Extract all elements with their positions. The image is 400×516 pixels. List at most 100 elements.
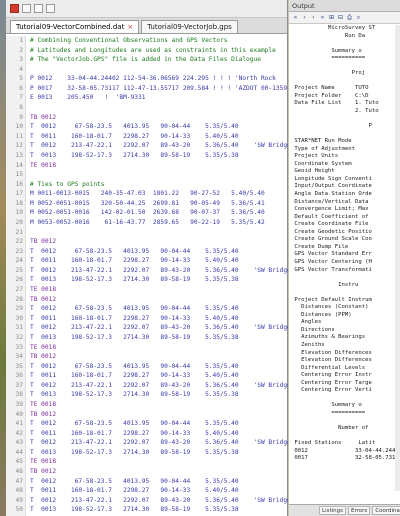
output-tab[interactable]: Listings — [319, 506, 346, 515]
code-line[interactable]: 44 T 0013 198-52-17.3 2714.30 89-58-19 5.… — [6, 448, 288, 458]
output-toolbar-button[interactable]: › — [310, 14, 317, 21]
code-line[interactable]: 27 TE 0018 — [6, 285, 288, 295]
report-line: GPS Vector Transformati — [291, 266, 372, 273]
tab-vector-combined[interactable]: Tutorial09-VectorCombined.dat × — [10, 20, 140, 33]
code-line[interactable]: 29 T 0012 67-58-23.5 4013.95 90-04-44 5.3… — [6, 304, 288, 314]
output-toolbar-button[interactable]: ⊟ — [337, 14, 344, 21]
line-text: T 0012 213-47-22.1 2292.07 89-43-20 5.36… — [30, 381, 288, 389]
code-line[interactable]: 31 T 0012 213-47-22.1 2292.07 89-43-20 5.… — [6, 323, 288, 333]
save-file-icon[interactable] — [46, 4, 55, 13]
code-line[interactable]: 41 T 0012 67-58-23.5 4013.95 90-04-44 5.3… — [6, 419, 288, 429]
line-text: T 0011 160-18-01.7 2298.27 90-14-33 5.40… — [30, 372, 239, 380]
code-line[interactable]: 34 TB 0012 — [6, 352, 288, 362]
open-file-icon[interactable] — [34, 4, 43, 13]
code-line[interactable]: 21 — [6, 228, 288, 238]
report-line: Project Units — [291, 153, 339, 160]
code-line[interactable]: 30 T 0011 160-18-01.7 2298.27 90-14-33 5.… — [6, 314, 288, 324]
report-line: Azimuths & Bearings — [291, 334, 366, 341]
code-line[interactable]: 16 # Ties to GPS points — [6, 180, 288, 190]
code-line[interactable]: 36 T 0011 160-18-01.7 2298.27 90-14-33 5.… — [6, 371, 288, 381]
code-line[interactable]: 17 M 0011-0013-0015 240-35-47.03 1801.22 … — [6, 189, 288, 199]
output-toolbar-button[interactable]: » — [319, 14, 326, 21]
report-line: Fixed Stations Latit — [291, 440, 376, 447]
tab-vector-job[interactable]: Tutorial09-VectorJob.gps — [141, 20, 238, 33]
code-line[interactable]: 22 TB 0012 — [6, 237, 288, 247]
output-tab[interactable]: Errors — [348, 506, 371, 515]
report-line: Elevation Differences — [291, 349, 372, 356]
code-line[interactable]: 6 P 0017 32-58-05.73117 112-47-13.55717 2… — [6, 84, 288, 94]
report-line: 0017 32-58-05.731 — [291, 455, 396, 462]
new-file-icon[interactable] — [22, 4, 31, 13]
close-file-icon[interactable] — [10, 4, 19, 13]
code-line[interactable]: 39 TE 0018 — [6, 400, 288, 410]
code-line[interactable]: 26 T 0013 198-52-17.3 2714.30 89-58-19 5.… — [6, 275, 288, 285]
code-line[interactable]: 38 T 0013 198-52-17.3 2714.30 89-58-19 5.… — [6, 390, 288, 400]
line-number: 29 — [15, 305, 23, 313]
code-line[interactable]: 10 T 0012 67-58-23.5 4013.95 90-04-44 5.3… — [6, 122, 288, 132]
line-text: # Ties to GPS points — [30, 180, 105, 188]
output-tab[interactable]: Coordinates — [372, 506, 400, 515]
code-line[interactable]: 9 TB 0012 — [6, 113, 288, 123]
output-toolbar-button[interactable]: ‹ — [301, 14, 308, 21]
report-line: Summary o — [291, 47, 362, 54]
code-editor[interactable]: 1 # Combining Conventional Observations a… — [6, 36, 288, 516]
code-line[interactable]: 19 M 0052-0051-0016 142-02-01.50 2639.68 … — [6, 208, 288, 218]
line-text: T 0012 67-58-23.5 4013.95 90-04-44 5.35/… — [30, 247, 239, 255]
code-line[interactable]: 12 T 0012 213-47-22.1 2292.07 89-43-20 5.… — [6, 141, 288, 151]
report-line: 0012 33-04-44.244 — [291, 447, 396, 454]
code-line[interactable]: 3 # The "VectorJob.GPS" file is added in … — [6, 55, 288, 65]
output-toolbar-button[interactable]: ⊞ — [328, 14, 335, 21]
line-text: T 0013 198-52-17.3 2714.30 89-58-19 5.35… — [30, 448, 239, 456]
code-line[interactable]: 45 TE 0018 — [6, 457, 288, 467]
code-line[interactable]: 24 T 0011 160-18-01.7 2298.27 90-14-33 5.… — [6, 256, 288, 266]
code-line[interactable]: 8 — [6, 103, 288, 113]
code-line[interactable]: 7 E 0013 205.450 ! 'BM-9331 — [6, 93, 288, 103]
code-line[interactable]: 13 T 0013 198-52-17.3 2714.30 89-58-19 5.… — [6, 151, 288, 161]
code-line[interactable]: 15 — [6, 170, 288, 180]
code-line[interactable]: 37 T 0012 213-47-22.1 2292.07 89-43-20 5.… — [6, 381, 288, 391]
code-line[interactable]: 11 T 0011 160-18-01.7 2298.27 90-14-33 5.… — [6, 132, 288, 142]
code-line[interactable]: 42 T 0011 160-18-01.7 2298.27 90-14-33 5.… — [6, 429, 288, 439]
line-number: 1 — [19, 37, 23, 44]
code-line[interactable]: 25 T 0012 213-47-22.1 2292.07 89-43-20 5.… — [6, 266, 288, 276]
output-toolbar-button[interactable]: ⎙ — [346, 14, 353, 22]
code-line[interactable]: 20 M 0053-0052-0016 61-16-43.77 2859.65 9… — [6, 218, 288, 228]
code-line[interactable]: 23 T 0012 67-58-23.5 4013.95 90-04-44 5.3… — [6, 247, 288, 257]
code-line[interactable]: 18 M 0052-0051-0015 320-50-44.25 2699.81 … — [6, 199, 288, 209]
code-line[interactable]: 5 P 0012 33-04-44.24402 112-54-36.06569 2… — [6, 74, 288, 84]
report-line — [289, 131, 400, 139]
output-toolbar-button[interactable]: « — [292, 14, 299, 21]
output-toolbar-button[interactable]: ⌕ — [355, 14, 362, 22]
line-text: T 0012 213-47-22.1 2292.07 89-43-20 5.36… — [30, 266, 288, 274]
line-text: T 0012 67-58-23.5 4013.95 90-04-44 5.35/… — [30, 477, 239, 485]
code-line[interactable]: 1 # Combining Conventional Observations a… — [6, 36, 288, 46]
line-number: 9 — [19, 113, 23, 121]
line-number: 28 — [15, 295, 23, 303]
code-line[interactable]: 28 TB 0012 — [6, 295, 288, 305]
line-number: 18 — [15, 199, 23, 207]
code-line[interactable]: 2 # Latitudes and Longitudes are used as … — [6, 46, 288, 56]
code-line[interactable]: 32 T 0013 198-52-17.3 2714.30 89-58-19 5.… — [6, 333, 288, 343]
close-tab-icon[interactable]: × — [127, 23, 133, 31]
code-line[interactable]: 35 T 0012 67-58-23.5 4013.95 90-04-44 5.3… — [6, 362, 288, 372]
code-line[interactable]: 43 T 0012 213-47-22.1 2292.07 89-43-20 5.… — [6, 438, 288, 448]
code-line[interactable]: 14 TE 0018 — [6, 161, 288, 171]
code-line[interactable]: 47 T 0012 67-58-23.5 4013.95 90-04-44 5.3… — [6, 477, 288, 487]
line-number: 48 — [15, 487, 23, 495]
output-toolbar: «‹ ›» ⊞ ⊟ ⎙ ⌕ — [289, 12, 400, 24]
report-line: ========== — [291, 409, 366, 416]
code-line[interactable]: 46 TB 0012 — [6, 467, 288, 477]
code-line[interactable]: 49 T 0012 213-47-22.1 2292.07 89-43-20 5.… — [6, 496, 288, 506]
code-line[interactable]: 50 T 0013 198-52-17.3 2714.30 89-58-19 5.… — [6, 505, 288, 515]
code-line[interactable]: 40 TB 0012 — [6, 410, 288, 420]
report-line: Angles — [291, 319, 322, 326]
line-number: 46 — [15, 468, 23, 476]
line-text: TB 0012 — [30, 238, 57, 246]
report-scrollbar[interactable] — [395, 25, 400, 491]
line-number: 33 — [15, 343, 23, 351]
code-line[interactable]: 48 T 0011 160-18-01.7 2298.27 90-14-33 5.… — [6, 486, 288, 496]
report-listing[interactable]: MicroSurvey ST Run Da Summary o ========… — [289, 25, 400, 491]
code-line[interactable]: 33 TE 0018 — [6, 343, 288, 353]
code-line[interactable]: 4 — [6, 65, 288, 75]
report-line — [289, 289, 400, 297]
